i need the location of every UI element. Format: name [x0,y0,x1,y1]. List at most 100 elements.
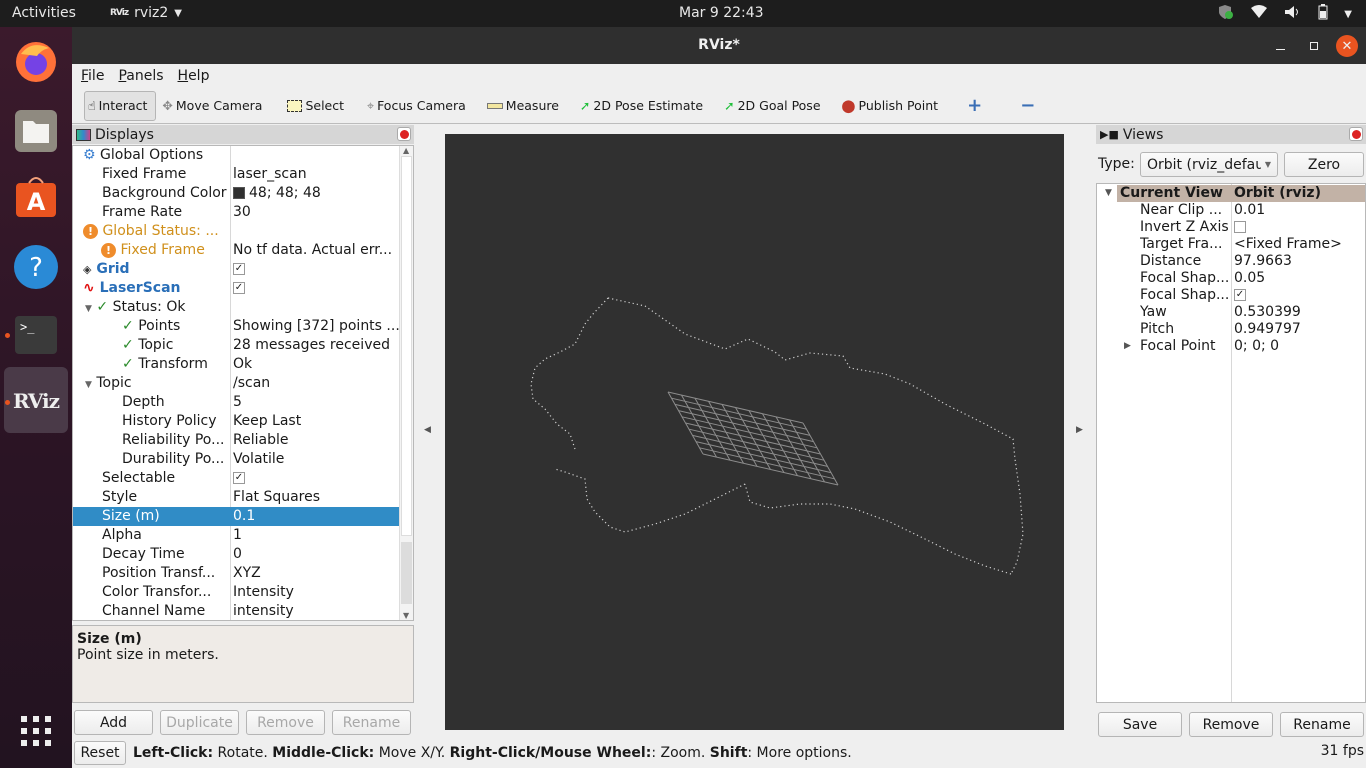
view-type-select[interactable]: Orbit (rviz_defau ▼ [1140,152,1278,177]
tool-focus-camera[interactable]: ⌖ Focus Camera [363,91,475,121]
shield-icon[interactable] [1218,4,1234,24]
app-menu[interactable]: RViz rviz2 ▼ [110,5,182,21]
property-row[interactable]: Alpha 1 [73,526,399,545]
property-value[interactable]: 0 [233,545,399,564]
checkbox[interactable]: ✓ [1234,289,1246,301]
property-row[interactable]: Fixed Frame laser_scan [73,165,399,184]
checkbox[interactable]: ✓ [233,282,245,294]
property-row[interactable]: Size (m) 0.1 [73,507,399,526]
property-value[interactable]: Ok [233,355,399,374]
property-row[interactable]: ⚙ Global Options [73,146,399,165]
property-row[interactable]: Durability Po... Volatile [73,450,399,469]
checkbox[interactable] [1234,221,1246,233]
close-panel-button[interactable] [397,127,411,141]
tool-publish-point[interactable]: ⬤ Publish Point [838,91,948,121]
zero-button[interactable]: Zero [1284,152,1364,177]
dock-software[interactable]: A [12,173,60,221]
menu-panels[interactable]: Panels [118,68,163,84]
collapse-left-arrow[interactable]: ◀ [424,425,431,435]
menu-help[interactable]: Help [178,68,210,84]
system-menu-arrow-icon[interactable]: ▼ [1344,9,1352,20]
volume-icon[interactable] [1284,5,1302,23]
property-value[interactable]: 28 messages received [233,336,399,355]
property-row[interactable]: ! Fixed Frame No tf data. Actual err... [73,241,399,260]
color-swatch[interactable] [233,187,245,199]
scroll-down-arrow[interactable]: ▼ [403,611,409,620]
dock-files[interactable] [12,107,60,155]
collapse-right-arrow[interactable]: ▶ [1076,425,1083,435]
tool-move-camera[interactable]: ✥ Move Camera [158,91,271,121]
views-header[interactable]: ▶■ Views [1096,125,1366,144]
expander-open-icon[interactable]: ▼ [85,380,92,390]
property-value[interactable]: /scan [233,374,399,393]
current-view-row[interactable]: ▼ Current View Orbit (rviz) [1105,185,1365,202]
wifi-icon[interactable] [1250,5,1268,23]
view-property-row[interactable]: Focal Shap... 0.05 [1097,270,1365,287]
property-row[interactable]: Reliability Po... Reliable [73,431,399,450]
activities-button[interactable]: Activities [12,5,76,21]
rename-display-button[interactable]: Rename [332,710,411,735]
view-property-row[interactable]: Yaw 0.530399 [1097,304,1365,321]
remove-view-button[interactable]: Remove [1189,712,1273,737]
scroll-up-arrow[interactable]: ▲ [403,146,409,155]
property-value[interactable]: 1 [233,526,399,545]
remove-tool-button[interactable]: − [1020,95,1035,116]
view-property-value[interactable]: ✓ [1234,287,1246,304]
view-property-row[interactable]: Focal Shap... ✓ [1097,287,1365,304]
dock-terminal[interactable]: >_ [12,311,60,359]
vertical-scrollbar[interactable]: ▲ ▼ [399,146,413,620]
property-value[interactable]: Intensity [233,583,399,602]
view-property-row[interactable]: Pitch 0.949797 [1097,321,1365,338]
add-display-button[interactable]: Add [74,710,153,735]
view-property-value[interactable]: 0.05 [1234,270,1265,287]
view-property-value[interactable]: 0.01 [1234,202,1265,219]
view-property-value[interactable]: 97.9663 [1234,253,1292,270]
window-titlebar[interactable]: RViz* ✕ [72,27,1366,64]
view-property-row[interactable]: Near Clip ... 0.01 [1097,202,1365,219]
minimize-button[interactable] [1269,35,1291,57]
close-button[interactable]: ✕ [1336,35,1358,57]
property-row[interactable]: Background Color 48; 48; 48 [73,184,399,203]
property-value[interactable]: XYZ [233,564,399,583]
rename-view-button[interactable]: Rename [1280,712,1364,737]
property-row[interactable]: History Policy Keep Last [73,412,399,431]
view-property-value[interactable] [1234,219,1246,236]
property-value[interactable]: Reliable [233,431,399,450]
property-value[interactable]: 5 [233,393,399,412]
property-row[interactable]: ! Global Status: ... [73,222,399,241]
property-row[interactable]: Selectable ✓ [73,469,399,488]
property-value[interactable]: Flat Squares [233,488,399,507]
dock-help[interactable]: ? [12,243,60,291]
property-value[interactable]: intensity [233,602,399,620]
view-property-value[interactable]: <Fixed Frame> [1234,236,1342,253]
render-viewport[interactable] [445,134,1064,730]
view-property-row[interactable]: Invert Z Axis [1097,219,1365,236]
menu-file[interactable]: File [81,68,104,84]
property-value[interactable]: Showing [372] points ... [233,317,399,336]
view-property-value[interactable]: 0; 0; 0 [1234,338,1279,355]
property-value[interactable]: ✓ [233,469,399,488]
property-value[interactable]: 0.1 [233,507,399,526]
property-row[interactable]: ✓ Topic 28 messages received [73,336,399,355]
checkbox[interactable]: ✓ [233,472,245,484]
displays-header[interactable]: Displays [72,125,414,144]
property-row[interactable]: Depth 5 [73,393,399,412]
dock-rviz[interactable]: RViz [12,377,60,425]
clock[interactable]: Mar 9 22:43 [679,5,764,21]
view-property-row[interactable]: Target Fra... <Fixed Frame> [1097,236,1365,253]
property-value[interactable]: Keep Last [233,412,399,431]
tool-select[interactable]: Select [283,91,353,121]
property-row[interactable]: Style Flat Squares [73,488,399,507]
property-value[interactable]: ✓ [233,260,399,279]
scrollbar-thumb[interactable] [401,156,412,536]
property-row[interactable]: Frame Rate 30 [73,203,399,222]
show-apps-button[interactable] [12,707,60,755]
property-row[interactable]: ✓ Transform Ok [73,355,399,374]
property-value[interactable]: 30 [233,203,399,222]
views-tree[interactable]: ▼ Current View Orbit (rviz) Near Clip ..… [1096,183,1366,703]
close-panel-button[interactable] [1349,127,1363,141]
battery-icon[interactable] [1318,4,1328,24]
property-row[interactable]: ▼ ✓ Status: Ok [73,298,399,317]
view-property-value[interactable]: 0.530399 [1234,304,1301,321]
dock-firefox[interactable] [12,37,60,85]
